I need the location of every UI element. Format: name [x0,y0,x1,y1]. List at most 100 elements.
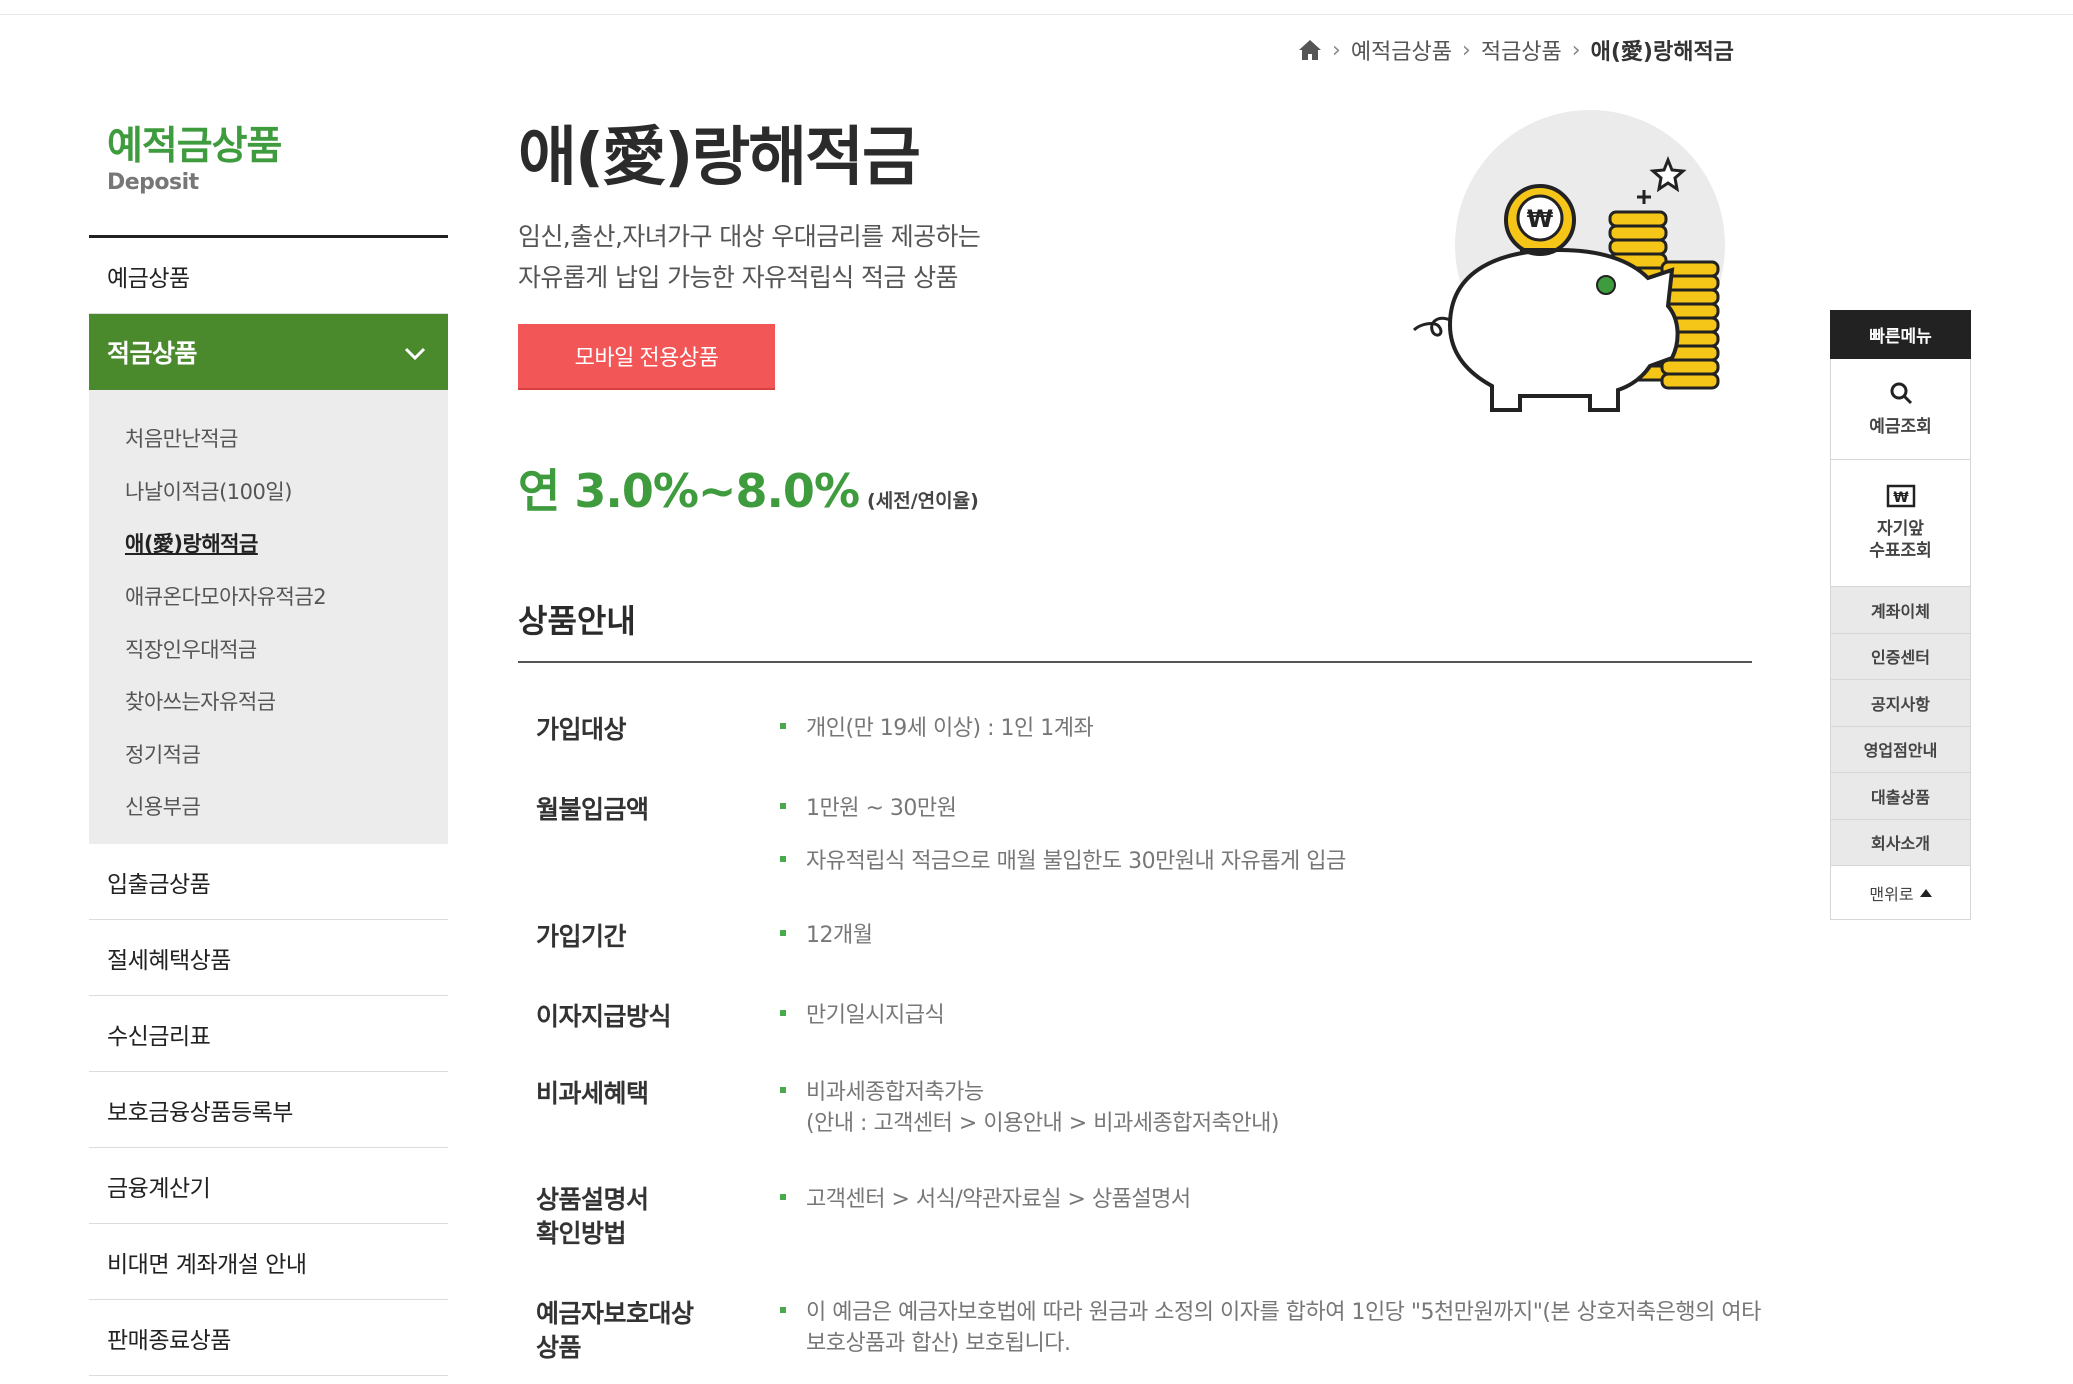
submenu-item-current[interactable]: 애(愛)랑해적금 [89,517,448,570]
svg-text:₩: ₩ [1893,490,1909,506]
submenu-item[interactable]: 직장인우대적금 [89,622,448,675]
mobile-only-button[interactable]: 모바일 전용상품 [518,324,775,388]
submenu-item[interactable]: 신용부금 [89,780,448,833]
quick-menu-link[interactable]: 계좌이체 [1830,587,1971,634]
sidebar-item-protected-products[interactable]: 보호금융상품등록부 [89,1072,448,1148]
quick-menu-check-inquiry[interactable]: ₩ 자기앞 수표조회 [1830,460,1971,587]
info-value: 고객센터 > 서식/약관자료실 > 상품설명서 [780,1184,1191,1215]
sidebar-item-label: 보호금융상품등록부 [107,1099,293,1126]
bullet-icon [780,1194,786,1200]
sidebar-subtitle: Deposit [107,170,199,195]
info-label-line: 예금자보호대상 [536,1299,694,1328]
top-divider [0,14,2073,15]
sidebar-item-label: 절세혜택상품 [107,947,231,974]
sidebar-submenu: 처음만난적금 나날이적금(100일) 애(愛)랑해적금 애큐온다모아자유적금2 … [89,390,448,844]
search-icon [1888,380,1914,410]
info-label: 비과세혜택 [536,1079,649,1108]
sidebar-item-deposit[interactable]: 예금상품 [89,238,448,314]
product-description-line: 임신,출산,자녀가구 대상 우대금리를 제공하는 [518,222,981,251]
sidebar-item-discontinued[interactable]: 판매종료상품 [89,1300,448,1376]
info-value: 만기일시지급식 [780,1000,945,1031]
chevron-right-icon: › [1462,37,1471,63]
info-value-text: 1만원 ~ 30만원 [806,796,957,821]
info-value: 개인(만 19세 이상) : 1인 1계좌 [780,713,1094,744]
quick-menu-link[interactable]: 공지사항 [1830,680,1971,727]
chevron-down-icon [404,338,426,367]
info-label: 상품설명서 확인방법 [536,1183,649,1251]
breadcrumb: › 예적금상품 › 적금상품 › 애(愛)랑해적금 [1298,34,1734,66]
info-label: 이자지급방식 [536,1002,672,1031]
quick-menu-link[interactable]: 회사소개 [1830,819,1971,866]
quick-menu-title: 빠른메뉴 [1830,310,1971,359]
sidebar-item-tax-benefit[interactable]: 절세혜택상품 [89,920,448,996]
sidebar-item-online-account[interactable]: 비대면 계좌개설 안내 [89,1224,448,1300]
breadcrumb-item[interactable]: 예적금상품 [1351,34,1452,66]
interest-rate: 연 3.0%~8.0% (세전/연이율) [518,455,979,521]
sidebar-item-checking[interactable]: 입출금상품 [89,844,448,920]
info-label: 월불입금액 [536,795,649,824]
quick-menu-link[interactable]: 영업점안내 [1830,726,1971,773]
rate-value: 연 3.0%~8.0% [518,464,860,518]
submenu-item[interactable]: 정기적금 [89,728,448,781]
svg-text:₩: ₩ [1527,205,1554,233]
info-value: 1만원 ~ 30만원 [780,793,957,824]
arrow-up-icon [1919,888,1932,897]
submenu-item[interactable]: 찾아쓰는자유적금 [89,675,448,728]
info-label-line: 확인방법 [536,1219,627,1248]
info-value-note: 보호상품과 합산) 보호됩니다. [806,1331,1071,1356]
sidebar-item-label: 예금상품 [107,265,190,292]
quick-menu-deposit-inquiry[interactable]: 예금조회 [1830,359,1971,460]
info-label: 가입대상 [536,715,627,744]
bullet-icon [780,856,786,862]
bullet-icon [780,1010,786,1016]
quick-menu-link[interactable]: 대출상품 [1830,773,1971,820]
info-value-text: 이 예금은 예금자보호법에 따라 원금과 소정의 이자를 합하여 1인당 "5천… [806,1300,1761,1325]
breadcrumb-current: 애(愛)랑해적금 [1590,40,1734,65]
quick-menu-label: 예금조회 [1869,417,1932,437]
piggy-bank-illustration: ₩ [1410,110,1740,420]
info-value: 비과세종합저축가능 (안내 : 고객센터 > 이용안내 > 비과세종합저축안내) [780,1077,1279,1139]
back-to-top-button[interactable]: 맨위로 [1830,866,1971,920]
section-title: 상품안내 [518,602,636,640]
sidebar-item-label: 입출금상품 [107,871,211,898]
product-description-line: 자유롭게 납입 가능한 자유적립식 적금 상품 [518,263,959,292]
info-value-text: 자유적립식 적금으로 매월 불입한도 30만원내 자유롭게 입금 [806,849,1346,874]
info-value-text: 고객센터 > 서식/약관자료실 > 상품설명서 [806,1187,1191,1212]
section-divider [518,661,1752,663]
sidebar-title: 예적금상품 [107,124,282,169]
chevron-right-icon: › [1571,37,1581,63]
page-title: 애(愛)랑해적금 [518,121,921,195]
back-to-top-label: 맨위로 [1869,884,1914,904]
bullet-icon [780,930,786,936]
rate-note: (세전/연이율) [867,490,979,512]
info-value-text: 개인(만 19세 이상) : 1인 1계좌 [806,716,1094,741]
sidebar-item-savings[interactable]: 적금상품 [89,314,448,390]
quick-menu-link[interactable]: 인증센터 [1830,633,1971,680]
sidebar-item-label: 수신금리표 [107,1023,211,1050]
sidebar-item-calculator[interactable]: 금융계산기 [89,1148,448,1224]
info-label: 예금자보호대상 상품 [536,1297,694,1365]
submenu-item[interactable]: 애큐온다모아자유적금2 [89,570,448,623]
info-label-line: 상품설명서 [536,1185,649,1214]
sidebar-item-label: 적금상품 [107,339,198,368]
submenu-item[interactable]: 나날이적금(100일) [89,465,448,518]
info-value-text: 비과세종합저축가능 [806,1080,984,1105]
bullet-icon [780,1307,786,1313]
info-value-note: (안내 : 고객센터 > 이용안내 > 비과세종합저축안내) [806,1111,1279,1136]
info-value-text: 12개월 [806,923,873,948]
chevron-right-icon: › [1332,37,1341,63]
quick-menu-label: 자기앞 수표조회 [1869,519,1932,561]
check-won-icon: ₩ [1886,484,1916,512]
sidebar-item-rates[interactable]: 수신금리표 [89,996,448,1072]
quick-menu: 빠른메뉴 예금조회 ₩ 자기앞 수표조회 계좌이체 인증센터 공지사항 영업점안… [1830,310,1971,920]
sidebar-item-label: 비대면 계좌개설 안내 [107,1251,307,1278]
info-value: 이 예금은 예금자보호법에 따라 원금과 소정의 이자를 합하여 1인당 "5천… [780,1297,1761,1359]
info-value-text: 만기일시지급식 [806,1003,945,1028]
sidebar-item-label: 판매종료상품 [107,1327,231,1354]
submenu-item[interactable]: 처음만난적금 [89,412,448,465]
breadcrumb-item[interactable]: 적금상품 [1481,34,1562,66]
info-label-line: 상품 [536,1333,582,1362]
info-label: 가입기간 [536,922,627,951]
info-value: 자유적립식 적금으로 매월 불입한도 30만원내 자유롭게 입금 [780,846,1346,877]
home-icon[interactable] [1298,39,1322,61]
